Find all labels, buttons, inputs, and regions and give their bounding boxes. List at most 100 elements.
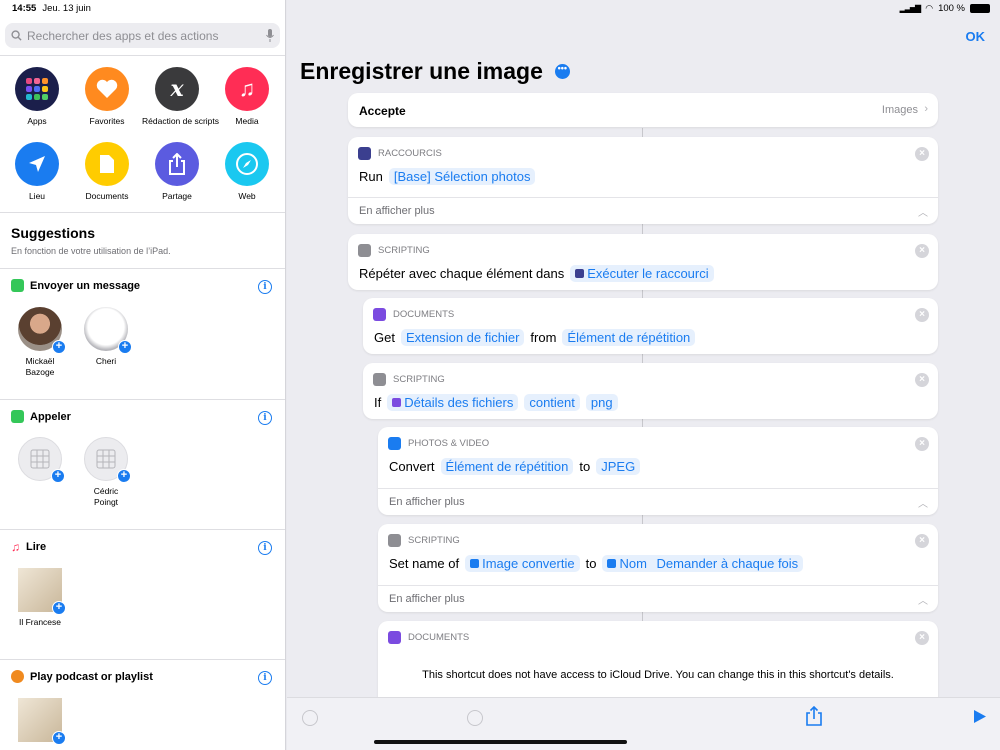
microphone-icon[interactable] (266, 29, 274, 42)
section-title: Envoyer un message (30, 279, 141, 292)
remove-action-icon[interactable]: × (915, 631, 929, 645)
action-block[interactable]: SCRIPTING × If Détails des fichiers cont… (363, 363, 938, 419)
category-label: Media (235, 116, 259, 126)
category-location[interactable]: Lieu (2, 142, 72, 201)
ok-button[interactable]: OK (966, 29, 986, 44)
share-icon[interactable] (806, 706, 822, 726)
action-block[interactable]: PHOTOS & VIDEO × Convert Élément de répé… (378, 427, 938, 515)
add-icon: + (52, 731, 66, 745)
chevron-up-icon: ︿ (918, 208, 928, 219)
variable-token[interactable]: Nom Demander à chaque fois (602, 555, 804, 572)
show-more-row[interactable]: En afficher plus ︿ (378, 585, 938, 612)
category-media[interactable]: ♫ Media (212, 67, 282, 126)
remove-action-icon[interactable]: × (915, 244, 929, 258)
category-web[interactable]: Web (212, 142, 282, 201)
category-sharing[interactable]: Partage (142, 142, 212, 201)
chevron-up-icon: ︿ (918, 499, 928, 510)
variable-token[interactable]: Image convertie (465, 555, 580, 572)
search-icon (11, 30, 22, 41)
avatar: + (84, 307, 132, 354)
apps-icon (15, 67, 59, 111)
show-more-row[interactable]: En afficher plus ︿ (378, 488, 938, 515)
album-suggestion[interactable]: + (10, 698, 70, 745)
divider (0, 399, 285, 400)
category-documents[interactable]: Documents (72, 142, 142, 201)
contact-suggestion[interactable]: + Cheri (76, 307, 136, 367)
contact-suggestion[interactable]: + Mickaël Bazoge (10, 307, 70, 378)
category-scripting[interactable]: x Rédaction de scripts (142, 67, 219, 126)
action-block[interactable]: RACCOURCIS × Run [Base] Sélection photos… (348, 137, 938, 224)
play-icon[interactable] (973, 709, 987, 724)
undo-icon[interactable] (302, 710, 318, 726)
action-verb: If (374, 395, 382, 410)
action-block[interactable]: SCRIPTING × Répéter avec chaque élément … (348, 234, 938, 290)
add-icon: + (118, 340, 132, 354)
parameter-token[interactable]: png (585, 394, 618, 411)
redo-icon[interactable] (467, 710, 483, 726)
photo-variable-icon (470, 559, 480, 568)
category-label: Documents (85, 191, 129, 201)
block-category: SCRIPTING (373, 373, 445, 386)
contact-name: Mickaël Bazoge (25, 356, 55, 377)
search-field[interactable]: Rechercher des apps et des actions (5, 23, 280, 48)
action-word: to (585, 556, 597, 571)
contact-suggestion[interactable]: + Cédric Poingt (76, 437, 136, 508)
parameter-token[interactable]: contient (524, 394, 580, 411)
action-word: from (530, 330, 557, 345)
title-text[interactable]: Enregistrer une image (300, 58, 543, 85)
permission-message: This shortcut does not have access to iC… (422, 669, 894, 681)
music-note-icon: ♫ (225, 67, 269, 111)
block-category: RACCOURCIS (358, 147, 442, 160)
status-bar-left: 14:55 Jeu. 13 juin (12, 3, 91, 14)
divider (0, 212, 285, 213)
album-cover: + (18, 568, 66, 615)
action-block[interactable]: DOCUMENTS × Get Extension de fichier fro… (363, 298, 938, 354)
remove-action-icon[interactable]: × (915, 308, 929, 322)
action-row: Convert Élément de répétition to JPEG (389, 458, 641, 475)
shortcut-title: Enregistrer une image ••• (300, 58, 570, 85)
action-verb: Get (374, 330, 395, 345)
section-send-message: Envoyer un message (11, 279, 140, 292)
info-icon[interactable]: i (258, 541, 272, 555)
divider (0, 55, 285, 56)
parameter-token[interactable]: Élément de répétition (562, 329, 696, 346)
category-apps[interactable]: Apps (2, 67, 72, 126)
action-verb: Convert (389, 459, 435, 474)
category-favorites[interactable]: Favorites (72, 67, 142, 126)
variable-token[interactable]: Exécuter le raccourci (570, 265, 714, 282)
accepte-card[interactable]: Accepte Images › (348, 93, 938, 127)
document-variable-icon (392, 398, 402, 407)
action-block[interactable]: SCRIPTING × Set name of Image convertie … (378, 524, 938, 612)
music-icon: ♫ (11, 540, 20, 554)
chevron-right-icon: › (924, 103, 928, 115)
parameter-token[interactable]: Élément de répétition (440, 458, 574, 475)
album-suggestion[interactable]: + Il Francese (10, 568, 70, 628)
parameter-token[interactable]: [Base] Sélection photos (388, 168, 536, 185)
share-icon (155, 142, 199, 186)
remove-action-icon[interactable]: × (915, 534, 929, 548)
info-icon[interactable]: i (258, 280, 272, 294)
category-label: Partage (162, 191, 192, 201)
info-icon[interactable]: i (258, 671, 272, 685)
show-more-row[interactable]: En afficher plus ︿ (348, 197, 938, 224)
accepte-value[interactable]: Images (882, 104, 918, 116)
action-row: Répéter avec chaque élément dans Exécute… (359, 265, 714, 282)
info-icon[interactable]: i (258, 411, 272, 425)
contact-suggestion[interactable]: + (10, 437, 70, 486)
remove-action-icon[interactable]: × (915, 373, 929, 387)
remove-action-icon[interactable]: × (915, 147, 929, 161)
album-name: Il Francese (18, 617, 62, 627)
gear-icon (373, 373, 386, 386)
parameter-token[interactable]: JPEG (596, 458, 641, 475)
document-icon (373, 308, 386, 321)
category-label: Apps (27, 116, 47, 126)
contact-name: Cheri (95, 356, 117, 366)
variable-token[interactable]: Détails des fichiers (387, 394, 519, 411)
parameter-token[interactable]: Extension de fichier (400, 329, 525, 346)
more-options-icon[interactable]: ••• (554, 64, 570, 79)
shortcut-variable-icon (575, 269, 585, 278)
battery-icon (970, 4, 990, 13)
action-verb: Répéter avec chaque élément dans (359, 266, 565, 281)
remove-action-icon[interactable]: × (915, 437, 929, 451)
photo-variable-icon (607, 559, 617, 568)
